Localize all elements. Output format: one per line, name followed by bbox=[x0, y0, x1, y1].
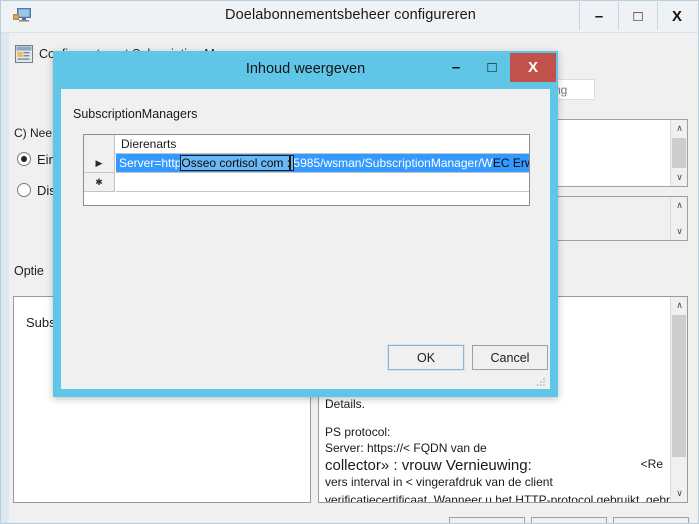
table-row-new[interactable]: ✱ bbox=[84, 173, 529, 192]
outer-window-controls: – □ X bbox=[579, 2, 696, 30]
grid-cell-segment: Osseo cortisol com : bbox=[180, 155, 292, 171]
scroll-down-icon[interactable]: ∨ bbox=[671, 485, 687, 502]
description-line: collector» : vrouw Vernieuwing: bbox=[325, 457, 532, 474]
subscription-textbox-value: Subs bbox=[26, 315, 56, 330]
apply-button[interactable]: Apply bbox=[613, 517, 689, 523]
subscription-managers-grid[interactable]: Dierenarts ▶ Server=httpOsseo cortisol c… bbox=[83, 134, 530, 206]
description-line: PS protocol: bbox=[325, 425, 391, 439]
optie-label: Optie bbox=[14, 264, 44, 278]
grid-cell-segment: EC Erwt bbox=[492, 156, 529, 170]
table-row[interactable]: ▶ Server=httpOsseo cortisol com : 5985/w… bbox=[84, 154, 529, 173]
scrollbar-thumb-desc[interactable] bbox=[672, 315, 686, 457]
grid-column-header-dierenarts[interactable]: Dierenarts bbox=[116, 135, 176, 154]
left-accent-strip bbox=[1, 33, 9, 523]
grid-cell-server-url[interactable]: Server=httpOsseo cortisol com : 5985/wsm… bbox=[116, 154, 529, 173]
scroll-up-icon[interactable]: ∧ bbox=[671, 297, 687, 314]
inhoud-weergeven-dialog: Inhoud weergeven – □ X SubscriptionManag… bbox=[53, 51, 558, 397]
description-right-marker: <Re bbox=[640, 457, 663, 471]
scroll-down-icon[interactable]: ∨ bbox=[671, 223, 688, 240]
close-icon[interactable]: X bbox=[510, 53, 556, 82]
description-line: Details. bbox=[325, 397, 366, 411]
scrollbar-vertical-2[interactable]: ∧ ∨ bbox=[670, 197, 687, 240]
scroll-down-icon[interactable]: ∨ bbox=[671, 169, 688, 186]
scrollbar-vertical-desc[interactable]: ∧ ∨ bbox=[670, 297, 687, 502]
scrollbar-thumb-1[interactable] bbox=[672, 138, 686, 168]
grid-header-row: Dierenarts bbox=[84, 135, 529, 154]
scroll-up-icon[interactable]: ∧ bbox=[671, 197, 688, 214]
grid-cell-segment: 5985/wsman/SubscriptionManager/W bbox=[293, 156, 493, 170]
description-line: vers interval in < vingerafdruk van de c… bbox=[325, 475, 553, 489]
ok-button[interactable]: OK bbox=[449, 517, 525, 523]
section-c-label: C) Nee bbox=[14, 126, 53, 140]
modal-ok-button[interactable]: OK bbox=[387, 344, 465, 371]
grid-cell-segment: Server=http bbox=[119, 156, 182, 170]
modal-window-controls: – □ X bbox=[438, 53, 556, 82]
resize-grip-icon[interactable] bbox=[535, 375, 547, 387]
minimize-icon[interactable]: – bbox=[438, 53, 474, 82]
scroll-up-icon[interactable]: ∧ bbox=[671, 120, 688, 137]
minimize-icon[interactable]: – bbox=[579, 2, 618, 30]
description-line: Server: https://< FQDN van de bbox=[325, 441, 487, 455]
modal-cancel-button[interactable]: Cancel bbox=[472, 345, 548, 370]
grid-corner-cell[interactable] bbox=[84, 135, 115, 154]
radio-selected-icon bbox=[17, 152, 31, 166]
grid-cell-empty[interactable] bbox=[116, 173, 529, 192]
close-icon[interactable]: X bbox=[657, 2, 696, 30]
scrollbar-vertical-1[interactable]: ∧ ∨ bbox=[670, 120, 687, 186]
maximize-icon[interactable]: □ bbox=[474, 53, 510, 82]
row-selector-arrow-icon[interactable]: ▶ bbox=[84, 154, 115, 173]
modal-client-area: SubscriptionManagers Dierenarts ▶ Server… bbox=[61, 89, 550, 389]
description-line: verificatiecertificaat. Wanneer u het HT… bbox=[325, 493, 688, 503]
certificate-icon bbox=[15, 45, 33, 63]
maximize-icon[interactable]: □ bbox=[618, 2, 657, 30]
row-new-asterisk-icon[interactable]: ✱ bbox=[84, 173, 115, 192]
cancel-button[interactable]: Cancel bbox=[531, 517, 607, 523]
radio-unselected-icon bbox=[17, 183, 31, 197]
subscription-managers-label: SubscriptionManagers bbox=[73, 107, 198, 121]
outer-titlebar[interactable]: Doelabonnementsbeheer configureren – □ X bbox=[1, 1, 698, 32]
outer-window: Doelabonnementsbeheer configureren – □ X… bbox=[0, 0, 699, 524]
modal-titlebar[interactable]: Inhoud weergeven – □ X bbox=[53, 51, 558, 89]
